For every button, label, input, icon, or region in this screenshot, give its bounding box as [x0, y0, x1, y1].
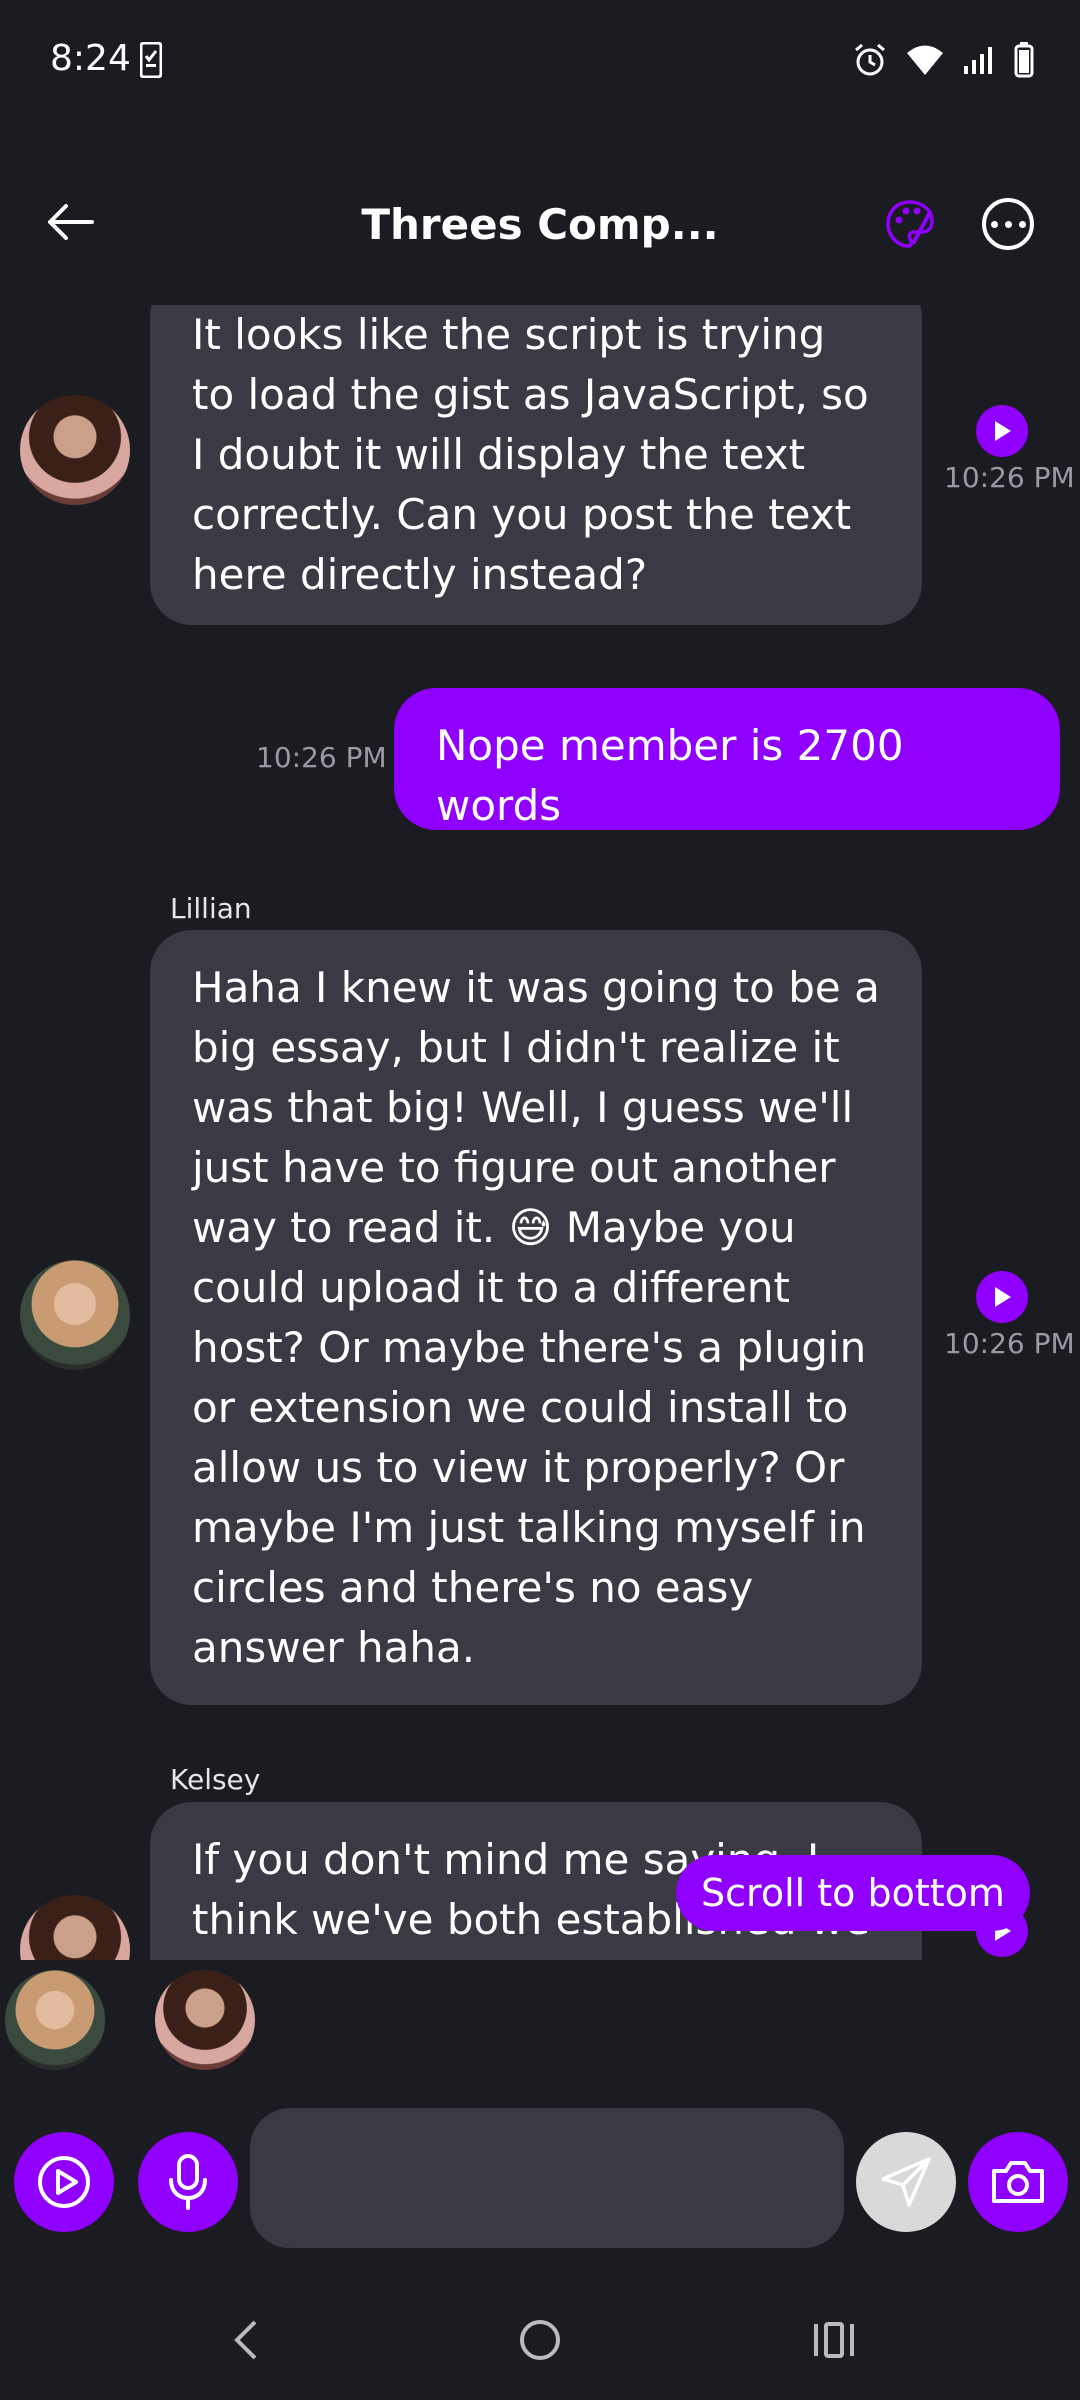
message-composer	[0, 2100, 1080, 2260]
message-input[interactable]	[250, 2108, 844, 2248]
send-icon	[881, 2157, 931, 2207]
recents-icon	[814, 2322, 854, 2358]
scroll-to-bottom-button[interactable]: Scroll to bottom	[676, 1855, 1030, 1931]
avatar[interactable]	[20, 1260, 130, 1370]
more-options-button[interactable]	[982, 198, 1034, 250]
arrow-left-icon	[48, 204, 94, 240]
chat-screen: 8:24 Threes Comp... It looks like the sc…	[0, 0, 1080, 2400]
voice-record-button[interactable]	[138, 2132, 238, 2232]
chat-title: Threes Comp...	[361, 200, 719, 249]
nav-recents-button[interactable]	[794, 2310, 874, 2370]
battery-icon	[1014, 42, 1034, 78]
message-bubble[interactable]: Haha I knew it was going to be a big ess…	[150, 930, 922, 1705]
participant-avatar[interactable]	[155, 1970, 255, 2070]
sender-name: Kelsey	[170, 1763, 261, 1796]
chat-header: Threes Comp...	[0, 180, 1080, 270]
message-text: Haha I knew it was going to be a big ess…	[192, 963, 880, 1672]
avatar[interactable]	[20, 1895, 130, 1960]
more-icon	[990, 220, 998, 228]
participant-avatar[interactable]	[5, 1970, 105, 2070]
message-bubble[interactable]: It looks like the script is trying to lo…	[150, 305, 922, 625]
back-button[interactable]	[40, 192, 100, 252]
play-audio-button[interactable]	[976, 1271, 1028, 1323]
camera-button[interactable]	[968, 2132, 1068, 2232]
message-time: 10:26 PM	[944, 461, 1075, 494]
message-text: Nope member is 2700 words	[436, 721, 904, 830]
alarm-icon	[855, 43, 885, 76]
status-icons	[852, 40, 1034, 80]
play-icon	[995, 1287, 1011, 1307]
message-time: 10:26 PM	[256, 741, 387, 774]
wifi-icon	[907, 45, 943, 75]
status-time: 8:24	[50, 38, 131, 79]
camera-icon	[992, 2161, 1044, 2203]
microphone-icon	[169, 2154, 207, 2210]
message-time: 10:26 PM	[944, 1327, 1075, 1360]
home-circle-icon	[520, 2320, 560, 2360]
media-play-button[interactable]	[14, 2132, 114, 2232]
nav-back-button[interactable]	[206, 2310, 286, 2370]
avatar[interactable]	[20, 395, 130, 505]
play-circle-icon	[38, 2156, 90, 2208]
phone-check-icon	[140, 42, 162, 78]
message-text: It looks like the script is trying to lo…	[192, 310, 869, 599]
message-bubble-sent[interactable]: Nope member is 2700 words	[394, 688, 1060, 830]
theme-button[interactable]	[880, 194, 940, 254]
status-bar: 8:24	[0, 0, 1080, 120]
sender-name: Lillian	[170, 892, 252, 925]
more-icon-dot	[1018, 220, 1026, 228]
message-list[interactable]: It looks like the script is trying to lo…	[0, 305, 1080, 1960]
participants-row	[0, 1960, 1080, 2080]
play-icon	[995, 421, 1011, 441]
nav-home-button[interactable]	[500, 2310, 580, 2370]
chevron-left-icon	[234, 2320, 257, 2360]
more-icon-dot	[1004, 220, 1012, 228]
palette-icon	[886, 200, 934, 248]
signal-icon	[964, 47, 992, 74]
play-audio-button[interactable]	[976, 405, 1028, 457]
send-button[interactable]	[856, 2132, 956, 2232]
system-nav-bar	[0, 2280, 1080, 2400]
